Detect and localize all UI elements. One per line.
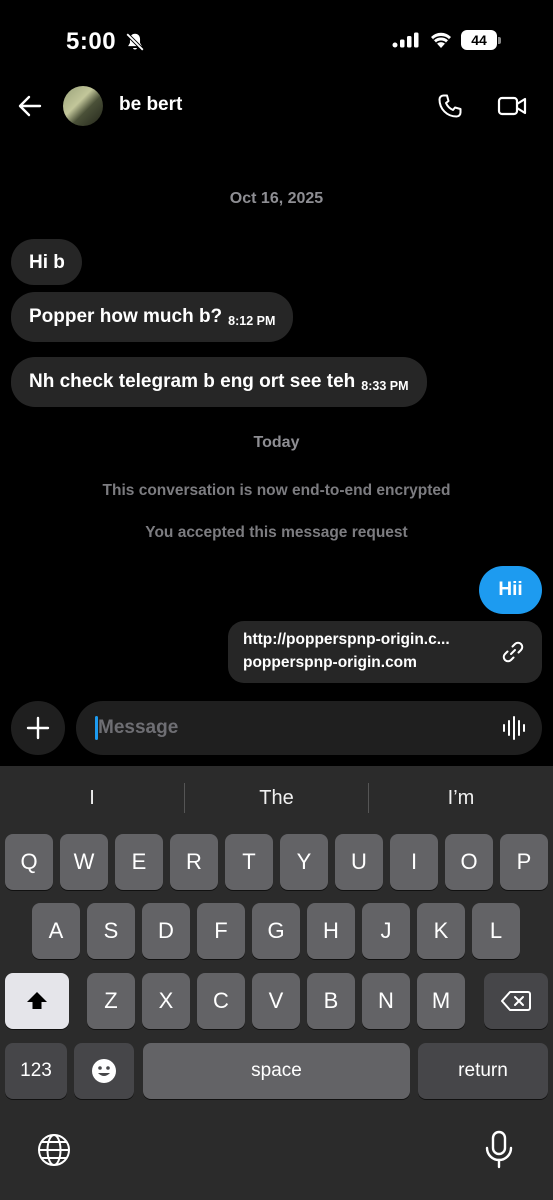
key-r[interactable]: R xyxy=(170,834,218,890)
battery-level: 44 xyxy=(461,30,497,50)
shift-key[interactable] xyxy=(5,973,69,1029)
emoji-key[interactable] xyxy=(74,1043,134,1099)
numbers-key[interactable]: 123 xyxy=(5,1043,67,1099)
system-message: You accepted this message request xyxy=(145,524,408,541)
key-j[interactable]: J xyxy=(362,903,410,959)
key-w[interactable]: W xyxy=(60,834,108,890)
back-arrow-icon[interactable] xyxy=(16,92,44,120)
key-a[interactable]: A xyxy=(32,903,80,959)
contact-name[interactable]: be bert xyxy=(119,94,182,116)
message-text: Popper how much b? xyxy=(29,306,223,327)
phone-call-icon[interactable] xyxy=(436,92,464,120)
system-message: This conversation is now end-to-end encr… xyxy=(102,482,451,499)
wifi-icon xyxy=(431,32,451,48)
key-l[interactable]: L xyxy=(472,903,520,959)
key-x[interactable]: X xyxy=(142,973,190,1029)
link-icon xyxy=(502,641,524,663)
message-input[interactable] xyxy=(98,701,478,755)
key-o[interactable]: O xyxy=(445,834,493,890)
link-domain: popperspnp-origin.com xyxy=(243,654,417,671)
message-composer[interactable] xyxy=(76,701,542,755)
key-s[interactable]: S xyxy=(87,903,135,959)
date-separator: Today xyxy=(253,434,300,451)
status-bar: 5:00 44 xyxy=(0,0,553,80)
key-g[interactable]: G xyxy=(252,903,300,959)
signal-icon xyxy=(392,32,419,48)
voice-waveform-icon[interactable] xyxy=(501,715,527,741)
bell-muted-icon xyxy=(125,32,145,52)
globe-icon[interactable] xyxy=(36,1132,72,1168)
microphone-icon[interactable] xyxy=(483,1130,515,1170)
message-text: Hi b xyxy=(29,252,65,273)
incoming-message[interactable]: Hi b xyxy=(11,239,82,285)
video-call-icon[interactable] xyxy=(497,92,527,120)
key-t[interactable]: T xyxy=(225,834,273,890)
key-d[interactable]: D xyxy=(142,903,190,959)
key-p[interactable]: P xyxy=(500,834,548,890)
suggestion-1[interactable]: I xyxy=(0,780,184,816)
contact-avatar[interactable] xyxy=(63,86,103,126)
incoming-message[interactable]: Nh check telegram b eng ort see teh 8:33 … xyxy=(11,357,427,407)
key-e[interactable]: E xyxy=(115,834,163,890)
status-time: 5:00 xyxy=(66,28,117,55)
link-url: http://popperspnp-origin.c... xyxy=(243,631,450,648)
key-c[interactable]: C xyxy=(197,973,245,1029)
return-key[interactable]: return xyxy=(418,1043,548,1099)
incoming-message[interactable]: Popper how much b? 8:12 PM xyxy=(11,292,294,342)
plus-icon xyxy=(26,716,50,740)
key-u[interactable]: U xyxy=(335,834,383,890)
key-n[interactable]: N xyxy=(362,973,410,1029)
date-separator: Oct 16, 2025 xyxy=(229,190,324,207)
key-f[interactable]: F xyxy=(197,903,245,959)
key-y[interactable]: Y xyxy=(280,834,328,890)
suggestion-3[interactable]: I’m xyxy=(369,780,553,816)
key-k[interactable]: K xyxy=(417,903,465,959)
backspace-icon xyxy=(501,991,531,1011)
message-time: 8:33 PM xyxy=(361,379,409,393)
suggestion-2[interactable]: The xyxy=(185,780,368,816)
shift-icon xyxy=(27,992,47,1009)
add-attachment-button[interactable] xyxy=(11,701,65,755)
key-v[interactable]: V xyxy=(252,973,300,1029)
delete-key[interactable] xyxy=(484,973,548,1029)
key-b[interactable]: B xyxy=(307,973,355,1029)
chat-header: be bert xyxy=(0,80,553,132)
emoji-icon xyxy=(92,1059,116,1083)
key-q[interactable]: Q xyxy=(5,834,53,890)
outgoing-message[interactable]: Hii xyxy=(479,566,542,614)
key-z[interactable]: Z xyxy=(87,973,135,1029)
message-time: 8:12 PM xyxy=(228,314,276,328)
battery-icon: 44 xyxy=(461,30,501,50)
key-m[interactable]: M xyxy=(417,973,465,1029)
link-preview-card[interactable]: http://popperspnp-origin.c... popperspnp… xyxy=(228,621,542,683)
key-i[interactable]: I xyxy=(390,834,438,890)
message-text: Nh check telegram b eng ort see teh xyxy=(29,371,356,392)
space-key[interactable]: space xyxy=(143,1043,410,1099)
key-h[interactable]: H xyxy=(307,903,355,959)
